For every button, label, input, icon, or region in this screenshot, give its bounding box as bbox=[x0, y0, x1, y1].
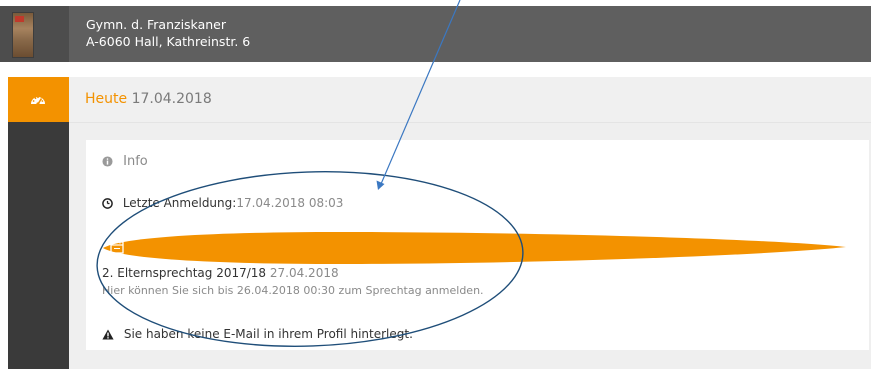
main-content: Heute 17.04.2018 Info Letzte Anmeldung:1… bbox=[69, 77, 871, 369]
last-login-label: Letzte Anmeldung: bbox=[122, 196, 237, 210]
today-label: Heute bbox=[85, 91, 128, 107]
event-description: Hier können Sie sich bis 26.04.2018 00:3… bbox=[102, 284, 484, 297]
today-date: 17.04.2018 bbox=[131, 91, 212, 107]
today-bar: Heute 17.04.2018 bbox=[69, 77, 871, 123]
info-icon bbox=[102, 156, 113, 167]
last-login-value: 17.04.2018 08:03 bbox=[236, 196, 344, 210]
school-name: Gymn. d. Franziskaner bbox=[86, 17, 226, 32]
info-title: Info bbox=[123, 154, 148, 169]
school-photo-badge bbox=[15, 16, 24, 22]
school-photo bbox=[12, 12, 34, 58]
warning-icon bbox=[102, 329, 114, 340]
event-date: 27.04.2018 bbox=[269, 266, 339, 280]
email-warning-row: Sie haben keine E-Mail in ihrem Profil h… bbox=[102, 327, 413, 341]
event-title-row[interactable]: 2. Elternsprechtag 2017/18 27.04.2018 bbox=[102, 266, 339, 280]
info-card: Info Letzte Anmeldung:17.04.2018 08:03 2… bbox=[86, 140, 869, 350]
top-header: Gymn. d. Franziskaner A-6060 Hall, Kathr… bbox=[0, 6, 871, 62]
clock-icon bbox=[102, 198, 113, 209]
event-title[interactable]: 2. Elternsprechtag 2017/18 bbox=[102, 266, 266, 280]
dashboard-icon bbox=[31, 96, 45, 106]
school-logo-cell[interactable] bbox=[0, 6, 69, 62]
info-header: Info bbox=[102, 154, 148, 169]
school-address: A-6060 Hall, Kathreinstr. 6 bbox=[86, 34, 251, 49]
school-info: Gymn. d. Franziskaner A-6060 Hall, Kathr… bbox=[86, 16, 250, 50]
last-login-row: Letzte Anmeldung:17.04.2018 08:03 bbox=[102, 196, 343, 210]
sidebar-item-dashboard[interactable] bbox=[8, 77, 69, 122]
page-title: Heute 17.04.2018 bbox=[85, 91, 212, 107]
email-warning: Sie haben keine E-Mail in ihrem Profil h… bbox=[123, 327, 413, 341]
